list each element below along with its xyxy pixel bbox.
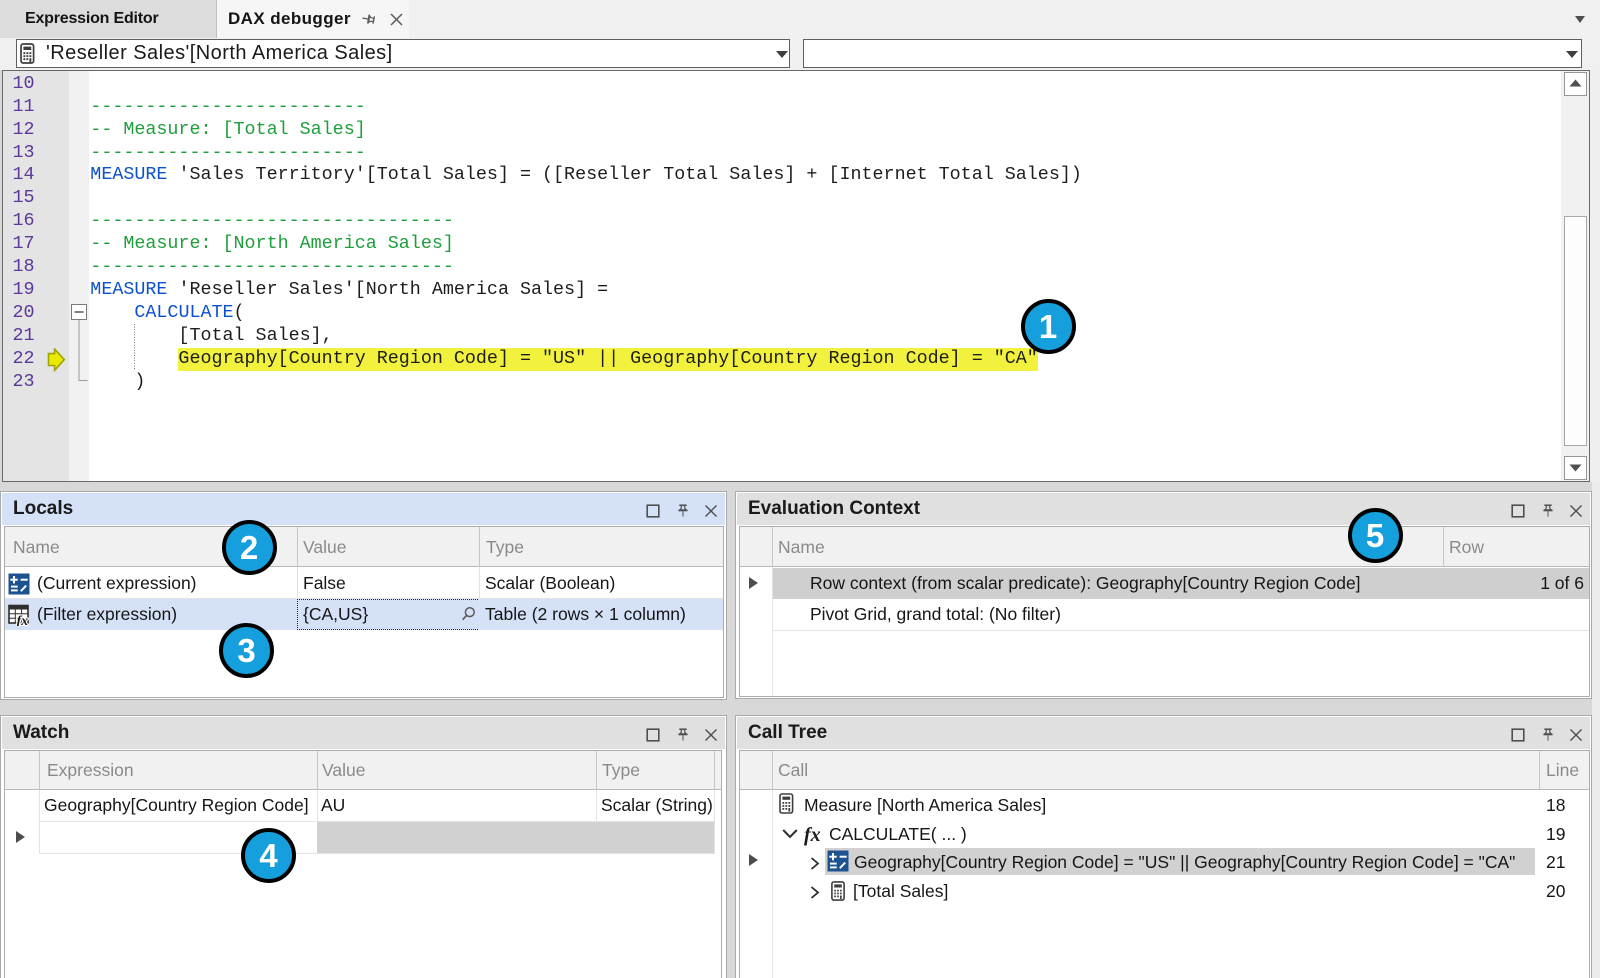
svg-text:fx: fx	[17, 614, 29, 626]
